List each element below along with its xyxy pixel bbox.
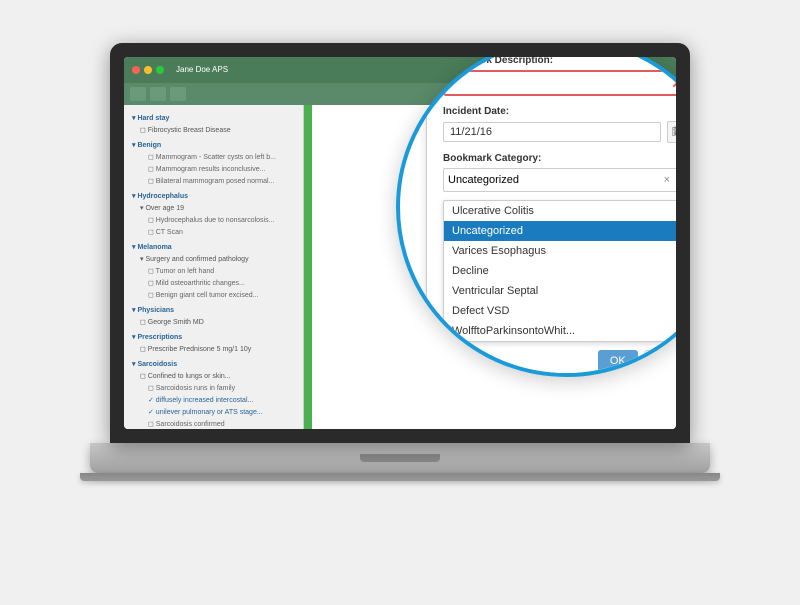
dropdown-item-ulcerative-colitis[interactable]: Ulcerative Colitis [444,201,676,221]
dialog-footer: OK Ca... [443,350,676,372]
laptop-base [90,443,710,473]
add-bookmark-dialog: Add Bookmark Dialog ✏ Bookmark Descripti… [426,57,676,377]
laptop-bezel: Jane Doe APS ▾ Hard stay ◻ Fibrocystic B… [110,43,690,443]
sidebar-item: ▾ Hard stay [128,112,299,124]
category-select-row: Uncategorized × ▼ [443,168,676,192]
sidebar-item: ◻ CT Scan [128,226,299,238]
ok-button[interactable]: OK [598,350,638,372]
category-dropdown-list[interactable]: Ulcerative Colitis Uncategorized Varices… [443,200,676,342]
green-accent-bar [304,105,312,429]
dropdown-item-decline[interactable]: Decline [444,261,676,281]
laptop-foot [80,473,720,481]
laptop-notch [360,454,440,462]
sidebar-item: ▾ Melanoma [128,241,299,253]
sidebar-item: ◻ Mammogram results inconclusive... [128,163,299,175]
sidebar-item: ▾ Benign [128,139,299,151]
sidebar-item: ▾ Surgery and confirmed pathology [128,253,299,265]
sidebar-item: ▾ Hydrocephalus [128,190,299,202]
sidebar-item: ▾ Prescriptions [128,331,299,343]
category-selected-value: Uncategorized [448,174,519,186]
calendar-icon[interactable]: 🗓 [667,121,676,143]
bookmark-description-label: Bookmark Description: [443,57,676,67]
sidebar-item: ◻ Confined to lungs or skin... [128,370,299,382]
dropdown-item-ventricular-septal[interactable]: Ventricular Septal [444,281,676,301]
sidebar: ▾ Hard stay ◻ Fibrocystic Breast Disease… [124,105,304,429]
bookmark-description-input[interactable]: ✕ [443,70,676,96]
background-app: Jane Doe APS ▾ Hard stay ◻ Fibrocystic B… [124,57,676,429]
sidebar-item: ◻ Sarcoidosis confirmed [128,418,299,429]
app-title: Jane Doe APS [176,65,228,74]
sidebar-item: ▾ Sarcoidosis [128,358,299,370]
incident-date-input[interactable]: 11/21/16 [443,122,661,142]
dropdown-item-uncategorized[interactable]: Uncategorized [444,221,676,241]
dropdown-item-varices-esophagus[interactable]: Varices Esophagus [444,241,676,261]
sidebar-item: ▾ Over age 19 [128,202,299,214]
toolbar-button-2[interactable] [150,87,166,101]
sidebar-item: ◻ Bilateral mammogram posed normal... [128,175,299,187]
laptop: Jane Doe APS ▾ Hard stay ◻ Fibrocystic B… [90,43,710,563]
sidebar-item: ◻ Mild osteoarthritic changes... [128,277,299,289]
sidebar-item: ✓ diffusely increased intercostal... [128,394,299,406]
sidebar-item: ◻ Mammogram - Scatter cysts on left b... [128,151,299,163]
toolbar-button-1[interactable] [130,87,146,101]
category-clear-icon[interactable]: × [664,174,670,186]
bookmark-category-label: Bookmark Category: [443,153,676,164]
sidebar-item: ◻ Sarcoidosis runs in family [128,382,299,394]
sidebar-item: ◻ Tumor on left hand [128,265,299,277]
category-select[interactable]: Uncategorized × ▼ [443,168,676,192]
sidebar-item: ◻ Prescribe Prednisone 5 mg/1 10y [128,343,299,355]
sidebar-item: ◻ Benign giant cell tumor excised... [128,289,299,301]
clear-input-icon[interactable]: ✕ [671,75,676,92]
incident-date-row: 11/21/16 🗓 [443,121,676,143]
sidebar-item: ▾ Physicians [128,304,299,316]
dropdown-item-wolff[interactable]: WolfftoParkinsontoWhit... [444,321,676,341]
sidebar-item: ◻ Hydrocephalus due to nonsarcolosis... [128,214,299,226]
circle-overlay: Add Bookmark Dialog ✏ Bookmark Descripti… [396,57,676,377]
laptop-screen: Jane Doe APS ▾ Hard stay ◻ Fibrocystic B… [124,57,676,429]
sidebar-item: ◻ Fibrocystic Breast Disease [128,124,299,136]
category-dropdown-arrow[interactable]: ▼ [674,175,676,186]
dropdown-item-defect-vsd[interactable]: Defect VSD [444,301,676,321]
sidebar-item: ✓ unilever pulmonary or ATS stage... [128,406,299,418]
incident-date-label: Incident Date: [443,106,676,117]
toolbar-button-3[interactable] [170,87,186,101]
close-dot [132,66,140,74]
sidebar-item: ◻ George Smith MD [128,316,299,328]
maximize-dot [156,66,164,74]
cancel-button[interactable]: Ca... [644,350,676,372]
minimize-dot [144,66,152,74]
